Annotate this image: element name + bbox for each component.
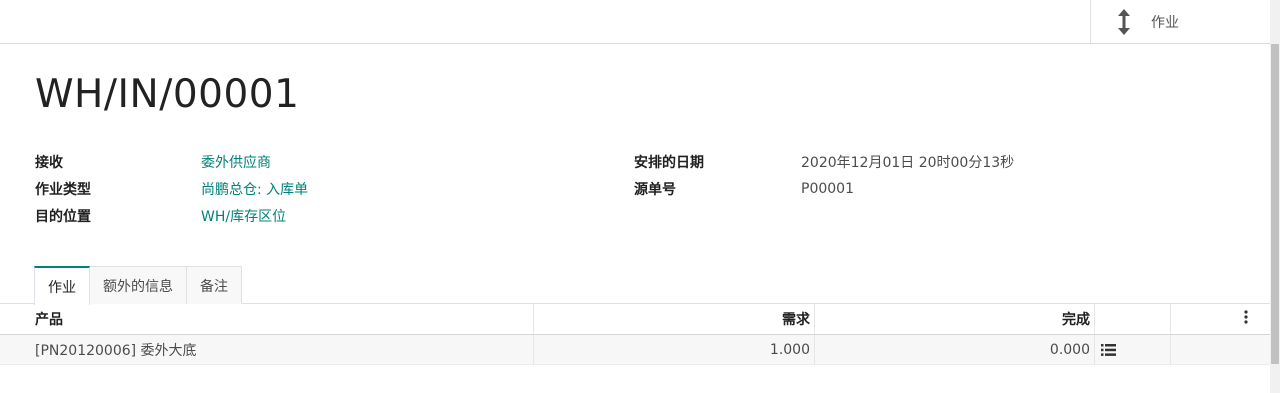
cell-empty	[1170, 335, 1270, 364]
header-detail	[1094, 304, 1170, 334]
header-demand[interactable]: 需求	[533, 304, 814, 334]
table-row[interactable]: [PN20120006] 委外大底 1.000 0.000	[0, 335, 1270, 365]
form-sheet: WH/IN/00001 接收 委外供应商 作业类型 尚鹏总仓: 入库单 目的位置…	[0, 44, 1270, 393]
origin-value[interactable]: P00001	[801, 181, 854, 197]
arrows-v-icon	[1117, 8, 1131, 35]
field-scheduled-date: 安排的日期 2020年12月01日 20时00分13秒	[0, 151, 1270, 173]
field-destination: 目的位置 WH/库存区位	[0, 205, 600, 227]
detailed-operations-list-icon[interactable]	[1101, 343, 1116, 356]
field-label: 目的位置	[35, 209, 91, 225]
cell-product[interactable]: [PN20120006] 委外大底	[0, 335, 533, 364]
table-header: 产品 需求 完成	[0, 304, 1270, 335]
tab-additional-info[interactable]: 额外的信息	[90, 266, 187, 304]
kebab-menu-icon	[1244, 310, 1248, 328]
header-done[interactable]: 完成	[814, 304, 1094, 334]
operations-smart-button[interactable]: 作业	[1090, 0, 1270, 43]
destination-link[interactable]: WH/库存区位	[201, 206, 286, 226]
field-origin: 源单号 P00001	[0, 178, 1270, 200]
moves-table: 产品 需求 完成 [PN20120006] 委外大底 1.000 0.000	[0, 304, 1270, 365]
notebook-tabs: 作业 额外的信息 备注	[34, 266, 242, 305]
scrollbar-thumb[interactable]	[1271, 44, 1279, 364]
field-label: 安排的日期	[634, 155, 704, 171]
control-panel: 作业	[0, 0, 1270, 44]
record-title: WH/IN/00001	[35, 72, 300, 117]
smart-button-label: 作业	[1151, 14, 1179, 31]
cell-demand[interactable]: 1.000	[533, 335, 814, 364]
scheduled-date-value[interactable]: 2020年12月01日 20时00分13秒	[801, 152, 1014, 172]
cell-detail	[1094, 335, 1170, 364]
vertical-scrollbar[interactable]	[1270, 0, 1280, 393]
tab-notes[interactable]: 备注	[187, 266, 242, 304]
header-product[interactable]: 产品	[0, 304, 533, 334]
cell-done[interactable]: 0.000	[814, 335, 1094, 364]
tab-operations[interactable]: 作业	[34, 266, 90, 305]
optional-columns-toggle[interactable]	[1170, 304, 1270, 334]
field-label: 源单号	[634, 182, 676, 198]
